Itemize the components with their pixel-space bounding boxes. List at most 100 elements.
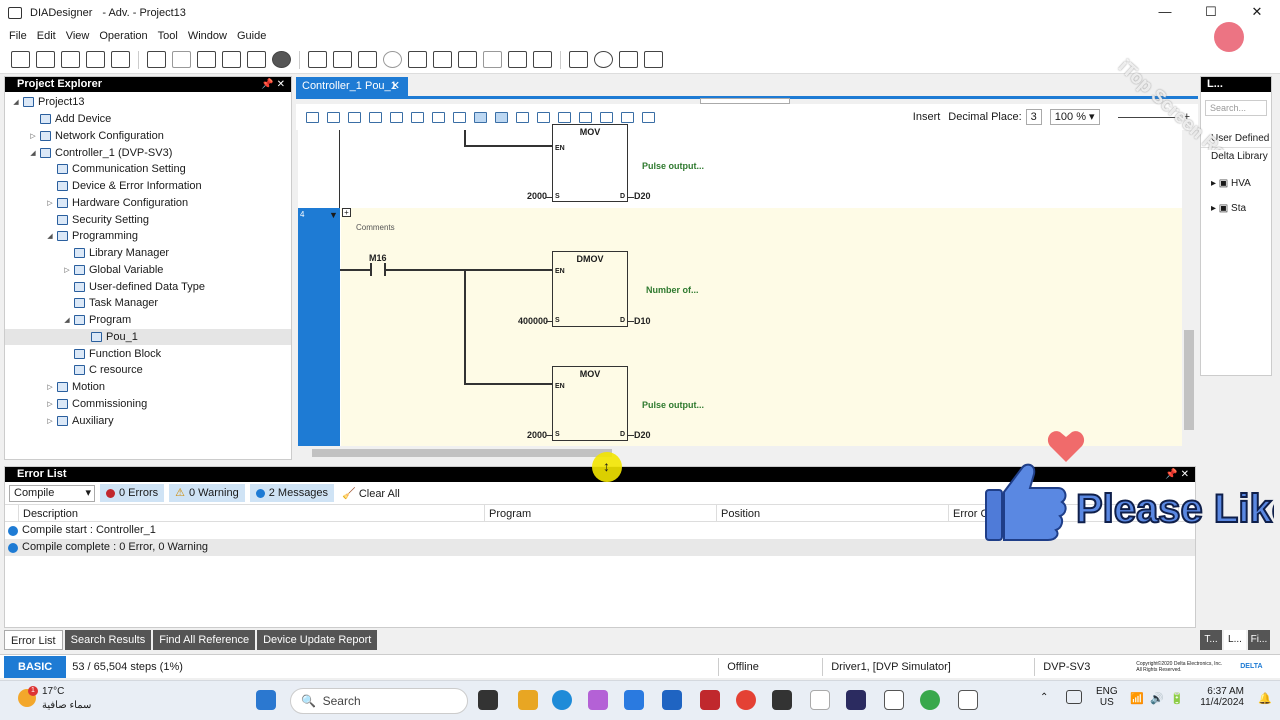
block-icon[interactable] [453,111,466,123]
branch-icon[interactable] [369,111,382,123]
cross-ref-icon[interactable] [621,111,634,123]
grid-alt-icon[interactable] [358,51,377,68]
tree-item[interactable]: ◢ Program [5,312,291,329]
start-icon[interactable] [256,690,276,710]
dmov-output[interactable]: D10 [634,316,651,326]
function-icon[interactable] [432,111,445,123]
menu-tool[interactable]: Tool [158,30,178,42]
compile-icon[interactable] [569,51,588,68]
contact-label[interactable]: M16 [369,253,387,263]
warnings-filter[interactable]: ⚠ 0 Warning [169,484,245,502]
battery-icon[interactable]: 🔋 [1170,692,1184,705]
tree-item[interactable]: ▷ Commissioning [5,396,291,413]
menu-guide[interactable]: Guide [237,30,266,42]
collapse-icon[interactable]: ◢ [45,232,55,240]
mov-top-output[interactable]: D20 [634,191,651,201]
print-icon[interactable] [86,51,105,68]
online-icon[interactable] [594,51,613,68]
tab-controller-pou[interactable]: Controller_1 Pou_1 ✕ [296,77,408,96]
task-view-icon[interactable] [478,690,498,710]
tree-item[interactable]: ◢ Project13 [5,94,291,111]
tree-item[interactable]: Communication Setting [5,161,291,178]
mov-block-top[interactable]: MOV EN S D [552,124,628,202]
cut-icon[interactable] [197,51,216,68]
undo-icon[interactable] [147,51,166,68]
library-item-hva[interactable]: ▸ ▣ HVA [1201,175,1271,192]
tree-item[interactable]: Pou_1 [5,328,291,346]
tree-item[interactable]: Security Setting [5,211,291,228]
nvr-icon[interactable] [846,690,866,710]
screen-icon[interactable] [508,51,527,68]
tree-item[interactable]: Add Device [5,111,291,128]
edge-icon[interactable] [552,690,572,710]
device-icon[interactable] [619,51,638,68]
network-icon[interactable] [458,51,477,68]
network-alt-icon[interactable] [483,51,502,68]
volume-icon[interactable]: 🔊 [1150,692,1164,705]
upload-icon[interactable] [408,51,427,68]
tab-fi[interactable]: Fi... [1248,630,1270,650]
dmov-block[interactable]: DMOV EN S D [552,251,628,327]
hierarchy-icon[interactable] [558,111,571,123]
menu-view[interactable]: View [66,30,90,42]
expand-icon[interactable]: ▷ [62,266,72,274]
save-icon[interactable] [61,51,80,68]
tree-item[interactable]: C resource [5,362,291,379]
screen-alt-icon[interactable] [533,51,552,68]
tab-find-all-reference[interactable]: Find All Reference [153,630,256,650]
tree-item[interactable]: ▷ Hardware Configuration [5,195,291,212]
language-indicator[interactable]: ENG US [1096,686,1118,708]
view-comment-icon[interactable] [495,111,508,123]
messages-filter[interactable]: 2 Messages [249,484,335,502]
taskbar-search[interactable]: 🔍 Search [290,688,468,714]
tree-item[interactable]: ▷ Network Configuration [5,128,291,145]
clock[interactable]: 6:37 AM 11/4/2024 [1196,686,1244,708]
paste-icon[interactable] [247,51,266,68]
vertical-scroll-thumb[interactable] [1184,330,1194,430]
line-icon[interactable] [348,111,361,123]
copy-icon[interactable] [222,51,241,68]
tab-error-list[interactable]: Error List [4,630,63,650]
diadesigner-icon[interactable] [884,690,904,710]
notifications-icon[interactable]: 🔔 [1258,692,1272,705]
expand-icon[interactable]: ▷ [45,417,55,425]
collapse-icon[interactable]: ◢ [62,316,72,324]
network-tray-icon[interactable] [1066,690,1082,704]
mov-output[interactable]: D20 [634,430,651,440]
chrome-icon[interactable] [736,690,756,710]
decimal-input[interactable]: 3 [1025,109,1042,125]
wifi-icon[interactable]: 📶 [1130,692,1144,705]
home-icon[interactable] [644,51,663,68]
copilot-icon[interactable] [588,690,608,710]
tab-device-update-report[interactable]: Device Update Report [257,630,378,650]
expand-icon[interactable]: ▷ [45,400,55,408]
horizontal-scroll-thumb[interactable] [312,449,612,457]
app-grid-icon[interactable] [772,690,792,710]
branch-alt-icon[interactable] [390,111,403,123]
dmov-input[interactable]: 400000 [518,316,548,326]
collapse-icon[interactable]: ◢ [28,149,38,157]
errors-filter[interactable]: 0 Errors [100,484,165,502]
stop-icon[interactable] [272,51,291,68]
tree-item[interactable]: Task Manager [5,295,291,312]
tree-item[interactable]: ▷ Auxiliary [5,412,291,429]
expand-icon[interactable]: ▷ [45,383,55,391]
tree-item[interactable]: ▷ Global Variable [5,262,291,279]
mov-input[interactable]: 2000 [527,430,547,440]
clear-all-button[interactable]: 🧹 Clear All [342,487,400,500]
contact-icon[interactable] [306,111,319,123]
expand-rung-icon[interactable]: + [342,208,351,217]
tree-item[interactable]: Device & Error Information [5,178,291,195]
settings-icon[interactable] [383,51,402,68]
monitor-icon[interactable] [308,51,327,68]
tree-item[interactable]: User-defined Data Type [5,278,291,295]
view-ladder-icon[interactable] [474,111,487,123]
col-program[interactable]: Program [485,505,717,521]
file-explorer-icon[interactable] [518,690,538,710]
tree-item[interactable]: ◢ Programming [5,228,291,245]
outlook-icon[interactable] [624,690,644,710]
mov-top-input[interactable]: 2000 [527,191,547,201]
pin-icon[interactable]: 📌 ✕ [261,77,285,92]
tree-item[interactable]: Library Manager [5,245,291,262]
tree-item[interactable]: ◢ Controller_1 (DVP-SV3) [5,144,291,161]
